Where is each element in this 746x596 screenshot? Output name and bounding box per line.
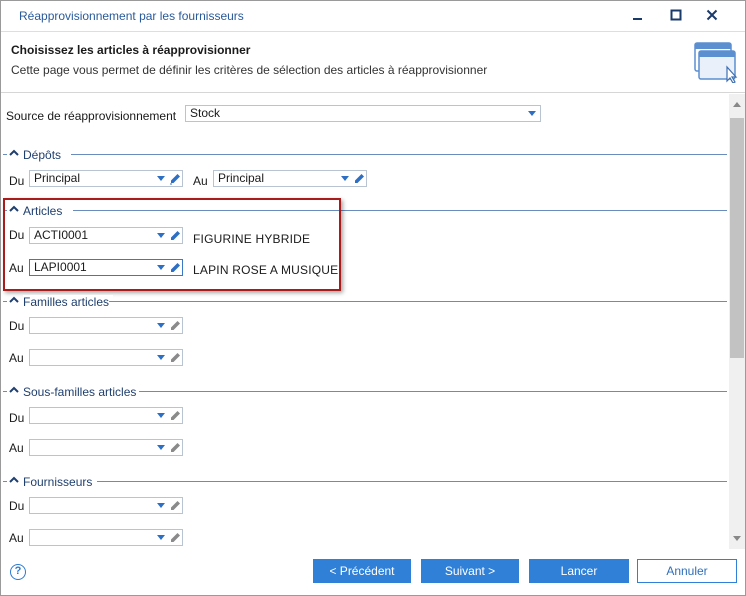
familles-to-field[interactable] [29, 349, 183, 366]
scroll-thumb[interactable] [730, 118, 744, 358]
chevron-down-icon [528, 111, 536, 116]
pencil-icon[interactable] [168, 172, 182, 186]
next-button[interactable]: Suivant > [421, 559, 519, 583]
depots-to-value: Principal [218, 171, 265, 185]
chevron-down-icon[interactable] [157, 323, 165, 328]
depots-to-field[interactable]: Principal [213, 170, 367, 187]
chevron-down-icon[interactable] [157, 355, 165, 360]
previous-button[interactable]: < Précédent [313, 559, 411, 583]
sous-familles-from-field[interactable] [29, 407, 183, 424]
page-title: Choisissez les articles à réapprovisionn… [11, 43, 251, 57]
caret-up-icon [9, 296, 19, 303]
pencil-icon[interactable] [352, 172, 366, 186]
source-value: Stock [190, 106, 221, 120]
section-title: Fournisseurs [23, 475, 97, 489]
highlight-frame [3, 198, 341, 291]
maximize-icon [670, 9, 682, 21]
section-familles[interactable]: Familles articles [1, 295, 729, 309]
sous-familles-from-label: Du [9, 411, 25, 425]
section-title: Familles articles [23, 295, 114, 309]
depots-to-label: Au [193, 174, 208, 188]
source-select[interactable]: Stock [185, 105, 541, 122]
pencil-icon[interactable] [168, 351, 182, 365]
section-title: Dépôts [23, 148, 66, 162]
window-title: Réapprovisionnement par les fournisseurs [19, 9, 244, 23]
source-label: Source de réapprovisionnement [6, 109, 177, 123]
fournisseurs-to-label: Au [9, 531, 24, 545]
pencil-icon[interactable] [168, 409, 182, 423]
fournisseurs-to-field[interactable] [29, 529, 183, 546]
pencil-icon[interactable] [168, 531, 182, 545]
run-button[interactable]: Lancer [529, 559, 629, 583]
caret-up-icon [9, 476, 19, 483]
section-sous-familles[interactable]: Sous-familles articles [1, 385, 729, 399]
title-bar: Réapprovisionnement par les fournisseurs [1, 1, 745, 31]
pencil-icon[interactable] [168, 499, 182, 513]
section-title: Sous-familles articles [23, 385, 141, 399]
chevron-down-icon[interactable] [341, 176, 349, 181]
depots-from-value: Principal [34, 171, 81, 185]
familles-to-label: Au [9, 351, 24, 365]
scroll-up-icon[interactable] [733, 102, 741, 107]
maximize-button[interactable] [665, 5, 687, 25]
cancel-button[interactable]: Annuler [637, 559, 737, 583]
caret-up-icon [9, 386, 19, 393]
close-button[interactable] [701, 5, 723, 25]
depots-from-field[interactable]: Principal [29, 170, 183, 187]
chevron-down-icon[interactable] [157, 413, 165, 418]
pencil-icon[interactable] [168, 319, 182, 333]
sous-familles-to-field[interactable] [29, 439, 183, 456]
scroll-down-icon[interactable] [733, 536, 741, 541]
section-fournisseurs[interactable]: Fournisseurs [1, 475, 729, 489]
sous-familles-to-label: Au [9, 441, 24, 455]
help-icon[interactable]: ? [10, 564, 26, 580]
wizard-window: Réapprovisionnement par les fournisseurs… [0, 0, 746, 596]
window-cursor-icon [694, 42, 738, 83]
page-subtitle: Cette page vous permet de définir les cr… [11, 63, 488, 77]
depots-from-label: Du [9, 174, 25, 188]
chevron-down-icon[interactable] [157, 535, 165, 540]
familles-from-label: Du [9, 319, 25, 333]
chevron-down-icon[interactable] [157, 503, 165, 508]
wizard-header: Choisissez les articles à réapprovisionn… [1, 31, 745, 93]
section-depots[interactable]: Dépôts [1, 148, 729, 162]
wizard-footer: ? < Précédent Suivant > Lancer Annuler [1, 549, 745, 595]
fournisseurs-from-label: Du [9, 499, 25, 513]
close-icon [706, 9, 718, 21]
chevron-down-icon[interactable] [157, 445, 165, 450]
familles-from-field[interactable] [29, 317, 183, 334]
fournisseurs-from-field[interactable] [29, 497, 183, 514]
minimize-icon [633, 18, 642, 20]
minimize-button[interactable] [627, 5, 649, 25]
pencil-icon[interactable] [168, 441, 182, 455]
vertical-scrollbar[interactable] [729, 94, 745, 549]
criteria-panel: Source de réapprovisionnement Stock Dépô… [1, 94, 729, 549]
chevron-down-icon[interactable] [157, 176, 165, 181]
caret-up-icon [9, 149, 19, 156]
